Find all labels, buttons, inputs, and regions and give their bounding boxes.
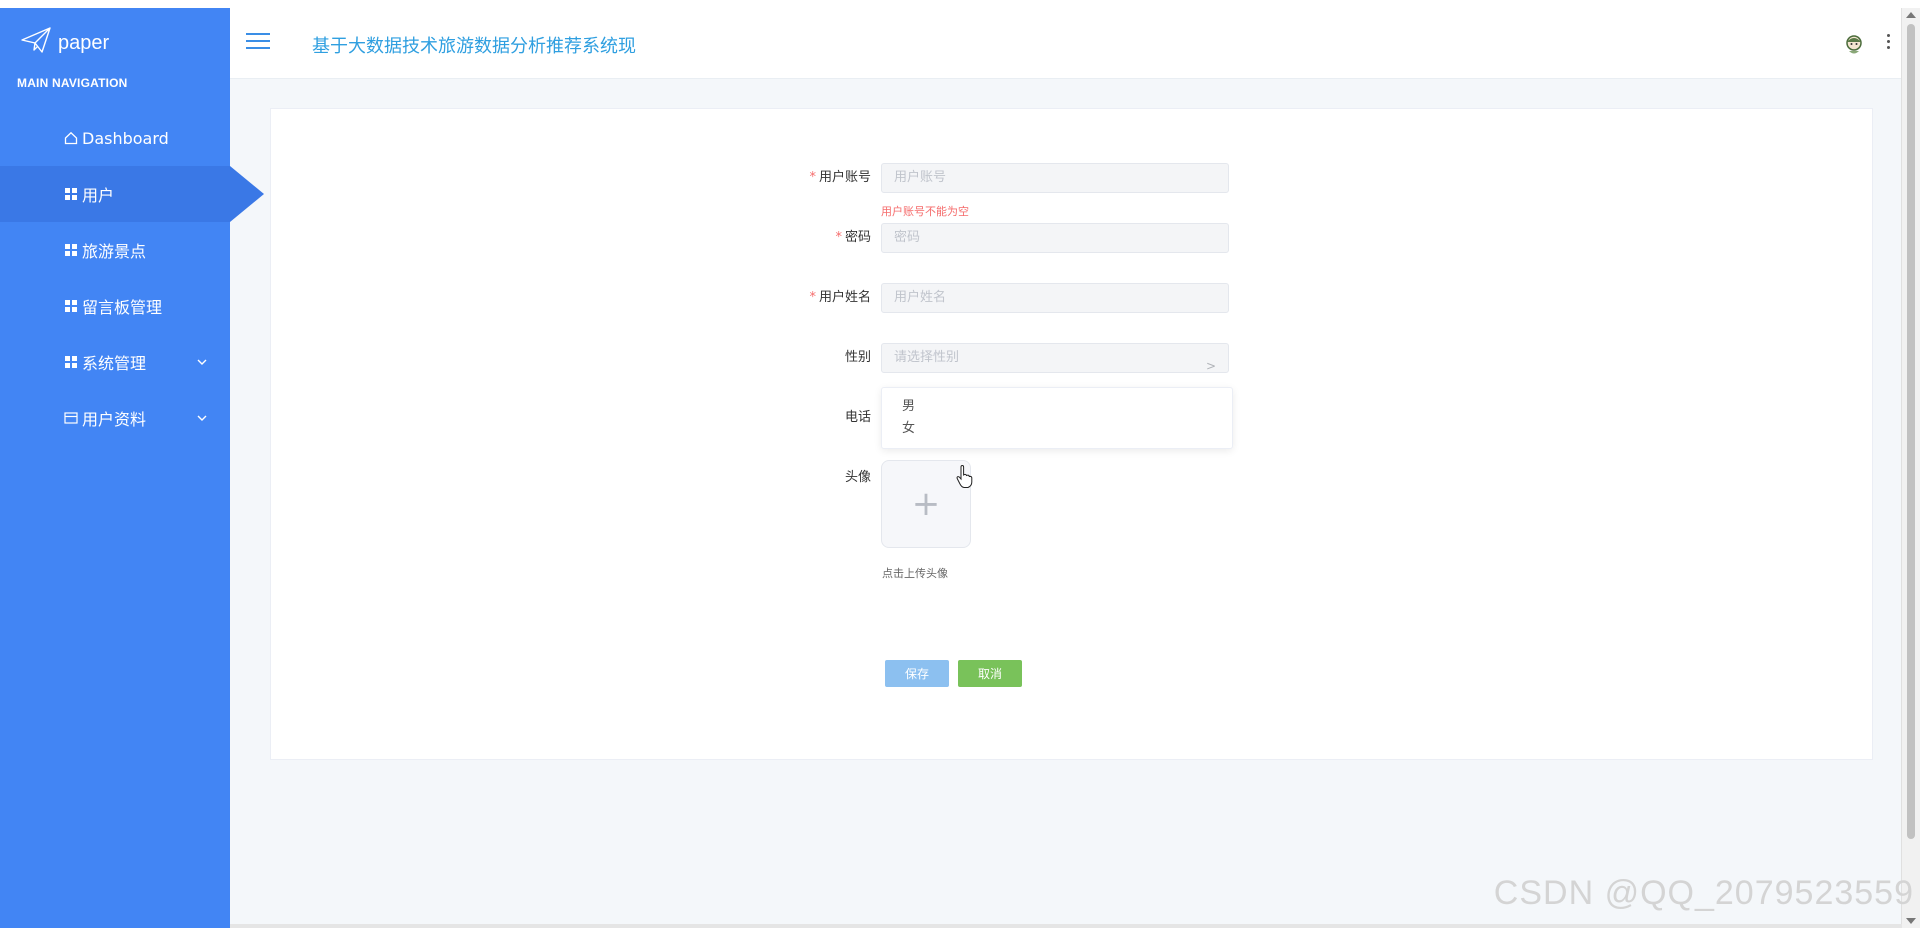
name-label: 用户姓名	[818, 290, 871, 305]
user-avatar-icon[interactable]	[1844, 34, 1864, 56]
form-row-password: * 密码 密码	[271, 221, 1271, 255]
sidebar-item-attractions[interactable]: 旅游景点	[0, 222, 230, 278]
name-input[interactable]: 用户姓名	[881, 283, 1229, 313]
horizontal-scrollbar	[230, 924, 1902, 928]
password-input[interactable]: 密码	[881, 223, 1229, 253]
grid-icon	[64, 299, 78, 313]
gender-option-male[interactable]: 男	[882, 396, 1232, 418]
hamburger-menu-icon[interactable]	[246, 33, 270, 53]
sidebar-item-message-board[interactable]: 留言板管理	[0, 278, 230, 334]
grid-icon	[64, 187, 78, 201]
form-row-avatar: 头像	[271, 461, 1271, 495]
cancel-button[interactable]: 取消	[958, 660, 1022, 687]
home-icon	[64, 131, 78, 145]
account-error-message: 用户账号不能为空	[881, 205, 969, 218]
account-input[interactable]: 用户账号	[881, 163, 1229, 193]
avatar-upload-hint: 点击上传头像	[882, 567, 948, 580]
page-scrollbar[interactable]	[1901, 8, 1920, 928]
chevron-down-icon	[196, 409, 208, 428]
brand-name: paper	[58, 31, 110, 54]
scroll-down-arrow-icon[interactable]	[1906, 918, 1916, 924]
form-row-gender: 性别 请选择性别 >	[271, 341, 1271, 375]
sidebar-item-label: 用户资料	[82, 410, 147, 429]
page-title: 基于大数据技术旅游数据分析推荐系统现	[312, 36, 636, 57]
top-header: 基于大数据技术旅游数据分析推荐系统现	[230, 8, 1902, 79]
gender-select-placeholder: 请选择性别	[894, 350, 960, 365]
main-navigation: Dashboard 用户 旅游景点 留言板管理 系统管理 用户资料	[0, 110, 264, 446]
sidebar-item-label: 旅游景点	[82, 242, 147, 261]
account-label: 用户账号	[818, 170, 871, 185]
hand-cursor-icon	[956, 464, 974, 489]
gender-select[interactable]: 请选择性别 >	[881, 343, 1229, 373]
gender-option-female[interactable]: 女	[882, 418, 1232, 440]
phone-label: 电话	[844, 410, 871, 425]
form-row-name: * 用户姓名 用户姓名	[271, 281, 1271, 315]
password-label: 密码	[844, 230, 871, 245]
sidebar-item-system-management[interactable]: 系统管理	[0, 334, 230, 390]
more-options-icon[interactable]	[1884, 34, 1892, 52]
nav-section-title: MAIN NAVIGATION	[17, 76, 128, 90]
brand[interactable]: paper	[20, 26, 109, 60]
form-row-account: * 用户账号 用户账号	[271, 161, 1271, 195]
grid-icon	[64, 355, 78, 369]
chevron-right-icon: >	[1205, 359, 1216, 373]
sidebar-item-dashboard[interactable]: Dashboard	[0, 110, 230, 166]
user-form-card: * 用户账号 用户账号 用户账号不能为空 * 密码 密码 * 用户姓名 用户姓名 性别…	[270, 108, 1873, 760]
save-button[interactable]: 保存	[885, 660, 949, 687]
card-icon	[64, 411, 78, 425]
sidebar-item-users[interactable]: 用户	[0, 166, 264, 222]
required-marker: *	[809, 290, 816, 305]
gender-dropdown: 男 女	[881, 387, 1233, 449]
required-marker: *	[809, 170, 816, 185]
grid-icon	[64, 243, 78, 257]
sidebar-item-label: 用户	[82, 186, 115, 205]
sidebar-item-label: Dashboard	[82, 128, 169, 148]
scroll-up-arrow-icon[interactable]	[1906, 12, 1916, 18]
sidebar-item-user-profile[interactable]: 用户资料	[0, 390, 230, 446]
plus-icon: +	[911, 484, 941, 524]
avatar-label: 头像	[844, 470, 871, 485]
paper-plane-icon	[20, 26, 52, 60]
gender-label: 性别	[844, 350, 871, 365]
sidebar-item-label: 系统管理	[82, 354, 147, 373]
chevron-down-icon	[196, 353, 208, 372]
scrollbar-thumb[interactable]	[1907, 24, 1915, 839]
watermark: CSDN @QQ_2079523559	[1493, 874, 1914, 912]
required-marker: *	[835, 230, 842, 245]
sidebar: paper MAIN NAVIGATION Dashboard 用户 旅游景点	[0, 8, 264, 928]
sidebar-item-label: 留言板管理	[82, 298, 163, 317]
